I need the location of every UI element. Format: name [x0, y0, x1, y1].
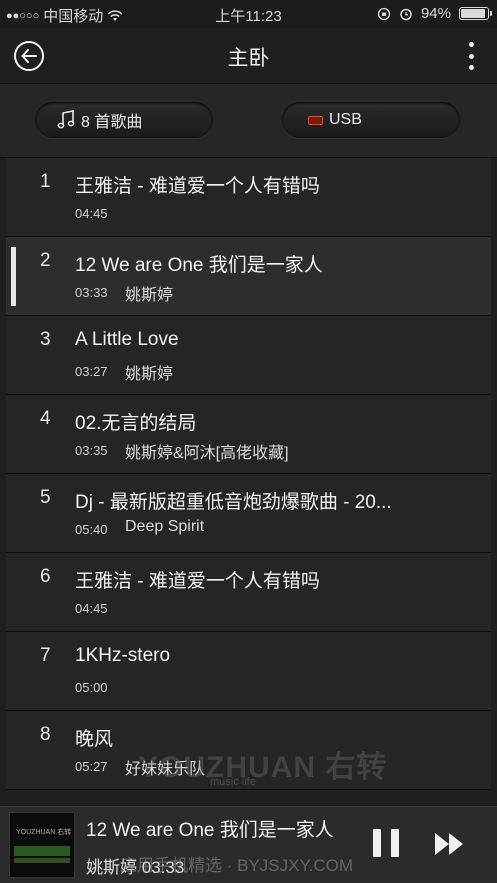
song-list: 1 王雅洁 - 难道爱一个人有错吗 04:45 2 12 We are One 我们是一… [0, 158, 497, 806]
battery-percent: 94% [420, 5, 451, 22]
pause-button[interactable] [373, 829, 399, 857]
song-count-label: 8 首歌曲 [81, 114, 143, 131]
song-index: 6 [40, 566, 51, 587]
pause-bar-icon [373, 829, 381, 857]
watermark-tagline: music life [210, 776, 256, 788]
usb-icon [308, 115, 323, 125]
more-dot-icon [468, 65, 474, 70]
album-art-band [14, 858, 70, 863]
song-title: 12 We are One 我们是一家人 [75, 255, 323, 276]
song-index: 1 [40, 171, 51, 192]
song-duration: 05:27 [75, 759, 108, 774]
source-label: USB [329, 111, 362, 128]
song-title: Dj - 最新版超重低音炮劲爆歌曲 - 20... [75, 492, 392, 513]
next-track-button[interactable] [434, 831, 466, 857]
album-art-band [14, 846, 70, 856]
nav-bar: 主卧 [0, 28, 497, 84]
source-usb-button[interactable]: USB [282, 102, 460, 138]
song-index: 8 [40, 724, 51, 745]
more-dot-icon [468, 42, 474, 47]
status-bar: ●●○○○ 中国移动 上午11:23 94% [0, 0, 497, 28]
song-title: 王雅洁 - 难道爱一个人有错吗 [75, 571, 320, 592]
song-duration: 04:45 [75, 601, 108, 616]
album-art[interactable]: YOUZHUAN 右转 [9, 812, 75, 878]
song-row[interactable]: 3 A Little Love 03:27 姚斯婷 [6, 316, 491, 395]
song-index: 5 [40, 487, 51, 508]
song-title: 02.无言的结局 [75, 413, 197, 434]
song-row[interactable]: 2 12 We are One 我们是一家人 03:33 姚斯婷 [6, 237, 491, 316]
active-song-marker [11, 247, 16, 306]
battery-icon [459, 7, 492, 20]
watermark-logo: YOUZHUAN 右转 [138, 751, 388, 784]
song-row[interactable]: 4 02.无言的结局 03:35 姚斯婷&阿沐[高佬收藏] [6, 395, 491, 474]
song-duration: 04:45 [75, 206, 108, 221]
now-playing-bar[interactable]: YOUZHUAN 右转 12 We are One 我们是一家人 姚斯婷 03:… [0, 806, 497, 883]
battery-fill [461, 9, 486, 18]
status-right: 94% [377, 5, 492, 22]
song-row[interactable]: 1 王雅洁 - 难道爱一个人有错吗 04:45 [6, 158, 491, 237]
page-title: 主卧 [227, 47, 270, 70]
song-artist: Deep Spirit [125, 518, 205, 535]
pause-bar-icon [391, 829, 399, 857]
song-artist: 姚斯婷 [125, 366, 174, 383]
song-title: 1KHz-stero [75, 645, 171, 666]
album-brand: YOUZHUAN 右转 [16, 829, 72, 836]
song-artist: 姚斯婷&阿沐[高佬收藏] [125, 445, 289, 462]
more-options-button[interactable] [467, 42, 475, 70]
song-row[interactable]: 6 王雅洁 - 难道爱一个人有错吗 04:45 [6, 553, 491, 632]
song-count-button[interactable]: 8 首歌曲 [35, 102, 213, 138]
song-duration: 03:35 [75, 443, 108, 458]
now-playing-title: 12 We are One 我们是一家人 [86, 820, 334, 841]
song-index: 4 [40, 408, 51, 429]
song-duration: 05:00 [75, 680, 108, 695]
song-row[interactable]: 7 1KHz-stero 05:00 [6, 632, 491, 711]
filter-bar: 8 首歌曲 USB [0, 84, 497, 158]
song-artist: 姚斯婷 [125, 287, 174, 304]
alarm-icon [400, 8, 412, 20]
orientation-lock-icon [377, 7, 391, 20]
song-index: 2 [40, 250, 51, 271]
song-title: 晚风 [75, 729, 114, 750]
song-title: 王雅洁 - 难道爱一个人有错吗 [75, 176, 320, 197]
song-index: 3 [40, 329, 51, 350]
song-title: A Little Love [75, 329, 179, 350]
song-duration: 05:40 [75, 522, 108, 537]
watermark-site: 应用手机精选 · BYJSJXY.COM [120, 856, 353, 875]
song-row[interactable]: 5 Dj - 最新版超重低音炮劲爆歌曲 - 20... 05:40 Deep Spir… [6, 474, 491, 553]
music-note-icon [57, 110, 75, 129]
song-duration: 03:27 [75, 364, 108, 379]
song-duration: 03:33 [75, 285, 108, 300]
more-dot-icon [468, 53, 474, 59]
song-index: 7 [40, 645, 51, 666]
